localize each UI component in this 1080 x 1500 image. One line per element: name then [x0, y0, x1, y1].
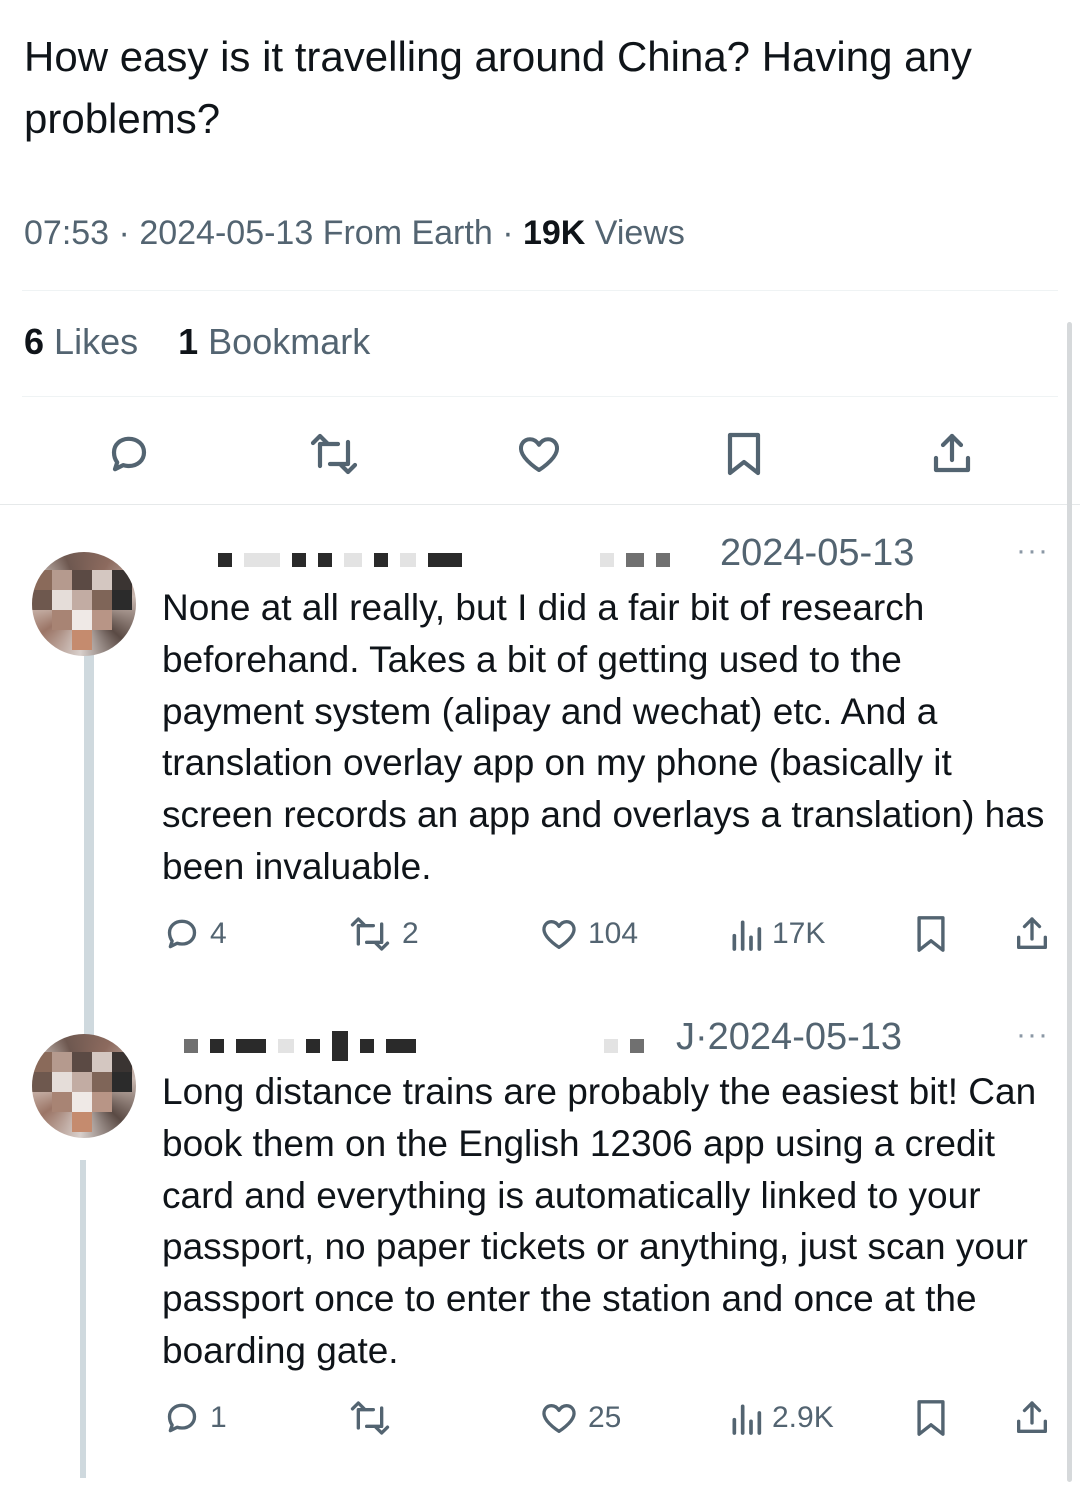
heart-icon — [542, 920, 576, 949]
views-count: 17K — [772, 917, 826, 950]
bookmarks-count[interactable]: 1 — [178, 321, 198, 362]
post-action-bar — [0, 420, 1080, 488]
repost-button[interactable] — [304, 420, 364, 488]
like-count: 25 — [588, 1401, 622, 1434]
meta-separator: · — [118, 214, 130, 252]
repost-arrows-icon — [350, 917, 390, 951]
reply-button[interactable]: 1 — [162, 1396, 227, 1440]
post-views-count[interactable]: 19K — [523, 214, 585, 252]
reply-action-bar: 1 25 2.9K — [0, 1396, 1080, 1440]
share-button[interactable] — [1012, 912, 1052, 956]
like-button[interactable]: 25 — [538, 1396, 621, 1440]
repost-button[interactable] — [346, 1396, 402, 1440]
redacted-handle[interactable] — [604, 1030, 644, 1062]
repost-arrows-icon — [350, 1401, 390, 1435]
views-bar-chart-icon — [732, 1404, 762, 1435]
likes-label[interactable]: Likes — [54, 321, 138, 362]
repost-arrows-icon — [310, 433, 358, 475]
share-upload-icon — [1017, 1401, 1047, 1433]
post-views-label[interactable]: Views — [595, 214, 685, 252]
share-button[interactable] — [922, 420, 982, 488]
reply-count: 1 — [210, 1401, 227, 1434]
like-count: 104 — [588, 917, 639, 950]
bookmark-icon — [727, 432, 761, 476]
comment-bubble-icon — [111, 436, 147, 472]
engagement-stats: 6 Likes 1 Bookmark — [24, 321, 370, 363]
divider — [22, 290, 1058, 291]
post-time: 07:53 — [24, 214, 110, 252]
post-text: How easy is it travelling around China? … — [24, 33, 972, 142]
bookmark-button[interactable] — [914, 912, 948, 956]
thread-line — [84, 655, 94, 1035]
heart-icon — [519, 437, 559, 472]
comment-bubble-icon — [167, 919, 197, 949]
redacted-username[interactable] — [218, 544, 462, 576]
reply-button[interactable]: 4 — [162, 912, 227, 956]
repost-button[interactable]: 2 — [346, 912, 419, 956]
bookmark-icon — [917, 1400, 945, 1436]
likes-count[interactable]: 6 — [24, 321, 44, 362]
bookmark-button[interactable] — [914, 1396, 948, 1440]
bookmark-icon — [917, 916, 945, 952]
reply-count: 4 — [210, 917, 227, 950]
heart-icon — [542, 1404, 576, 1433]
avatar[interactable] — [32, 1034, 136, 1138]
views-button[interactable]: 17K — [728, 912, 825, 956]
views-count: 2.9K — [772, 1401, 834, 1434]
like-button[interactable] — [509, 420, 569, 488]
more-dots-icon[interactable]: ··· — [1016, 1018, 1049, 1052]
reply-text: Long distance trains are probably the ea… — [162, 1071, 1037, 1371]
avatar[interactable] — [32, 552, 136, 656]
redacted-handle[interactable] — [600, 544, 670, 576]
views-button[interactable]: 2.9K — [728, 1396, 834, 1440]
repost-count: 2 — [402, 917, 419, 950]
reply-date[interactable]: 2024-05-13 — [720, 532, 914, 575]
views-bar-chart-icon — [732, 920, 762, 951]
redacted-username[interactable] — [184, 1030, 416, 1062]
scrollbar[interactable] — [1067, 322, 1072, 1482]
bookmarks-label[interactable]: Bookmark — [208, 321, 370, 362]
reply-text: None at all really, but I did a fair bit… — [162, 587, 1045, 887]
post-date-location: 2024-05-13 From Earth — [139, 214, 493, 252]
like-button[interactable]: 104 — [538, 912, 638, 956]
share-button[interactable] — [1012, 1396, 1052, 1440]
meta-separator: · — [502, 214, 514, 252]
reply-button[interactable] — [99, 420, 159, 488]
share-upload-icon — [1017, 917, 1047, 949]
reply-action-bar: 4 2 104 17K — [0, 912, 1080, 956]
divider — [0, 504, 1080, 505]
bookmark-button[interactable] — [714, 420, 774, 488]
post-meta: 07:53 · 2024-05-13 From Earth · 19K View… — [24, 214, 685, 253]
reply-date[interactable]: J·2024-05-13 — [676, 1016, 902, 1059]
share-upload-icon — [933, 433, 971, 473]
more-dots-icon[interactable]: ··· — [1016, 534, 1049, 568]
comment-bubble-icon — [167, 1403, 197, 1433]
divider — [22, 396, 1058, 397]
